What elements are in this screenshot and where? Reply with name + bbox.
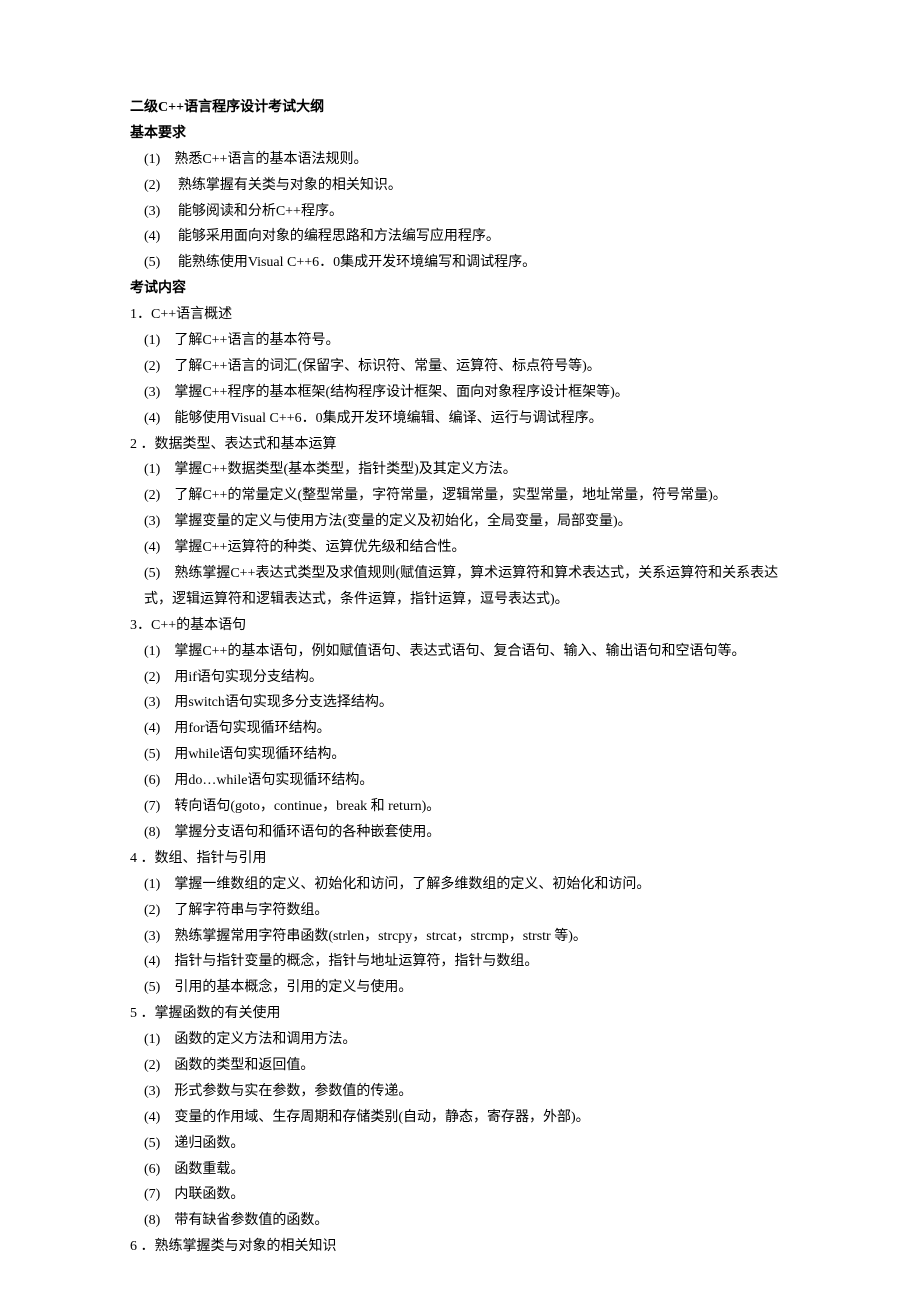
list-item: (5) 熟练掌握C++表达式类型及求值规则(赋值运算，算术运算符和算术表达式，关… [130,561,790,613]
list-item: (4) 掌握C++运算符的种类、运算优先级和结合性。 [130,535,790,561]
list-item: (1) 熟悉C++语言的基本语法规则。 [130,147,790,173]
list-item: (4) 能够采用面向对象的编程思路和方法编写应用程序。 [130,224,790,250]
subsection-heading: 4 ．数组、指针与引用 [130,846,790,872]
list-item: (5) 用while语句实现循环结构。 [130,742,790,768]
list-item: (3) 能够阅读和分析C++程序。 [130,199,790,225]
list-item: (5) 递归函数。 [130,1131,790,1157]
list-item: (6) 用do…while语句实现循环结构。 [130,768,790,794]
list-item: (8) 掌握分支语句和循环语句的各种嵌套使用。 [130,820,790,846]
section-heading-basic-requirements: 基本要求 [130,121,790,147]
list-item: (2) 熟练掌握有关类与对象的相关知识。 [130,173,790,199]
document-page: 二级C++语言程序设计考试大纲 基本要求 (1) 熟悉C++语言的基本语法规则。… [0,0,920,1310]
list-item: (3) 形式参数与实在参数，参数值的传递。 [130,1079,790,1105]
list-item: (4) 能够使用Visual C++6．0集成开发环境编辑、编译、运行与调试程序… [130,406,790,432]
list-item: (2) 用if语句实现分支结构。 [130,665,790,691]
list-item: (3) 掌握C++程序的基本框架(结构程序设计框架、面向对象程序设计框架等)。 [130,380,790,406]
list-item: (1) 了解C++语言的基本符号。 [130,328,790,354]
subsection-heading: 2 ．数据类型、表达式和基本运算 [130,432,790,458]
subsection-heading: 1．C++语言概述 [130,302,790,328]
subsection-heading: 5 ．掌握函数的有关使用 [130,1001,790,1027]
list-item: (7) 转向语句(goto，continue，break 和 return)。 [130,794,790,820]
list-item: (2) 了解字符串与字符数组。 [130,898,790,924]
list-item: (1) 掌握一维数组的定义、初始化和访问，了解多维数组的定义、初始化和访问。 [130,872,790,898]
list-item: (3) 熟练掌握常用字符串函数(strlen，strcpy，strcat，str… [130,924,790,950]
section-heading-exam-content: 考试内容 [130,276,790,302]
list-item: (4) 指针与指针变量的概念，指针与地址运算符，指针与数组。 [130,949,790,975]
list-item: (4) 用for语句实现循环结构。 [130,716,790,742]
subsection-heading: 3．C++的基本语句 [130,613,790,639]
document-title: 二级C++语言程序设计考试大纲 [130,95,790,121]
list-item: (2) 了解C++的常量定义(整型常量，字符常量，逻辑常量，实型常量，地址常量，… [130,483,790,509]
list-item: (6) 函数重载。 [130,1157,790,1183]
list-item: (8) 带有缺省参数值的函数。 [130,1208,790,1234]
list-item: (7) 内联函数。 [130,1182,790,1208]
list-item: (5) 引用的基本概念，引用的定义与使用。 [130,975,790,1001]
list-item: (4) 变量的作用域、生存周期和存储类别(自动，静态，寄存器，外部)。 [130,1105,790,1131]
list-item: (5) 能熟练使用Visual C++6．0集成开发环境编写和调试程序。 [130,250,790,276]
list-item: (1) 掌握C++数据类型(基本类型，指针类型)及其定义方法。 [130,457,790,483]
subsection-heading: 6 ．熟练掌握类与对象的相关知识 [130,1234,790,1260]
list-item: (3) 掌握变量的定义与使用方法(变量的定义及初始化，全局变量，局部变量)。 [130,509,790,535]
list-item: (2) 了解C++语言的词汇(保留字、标识符、常量、运算符、标点符号等)。 [130,354,790,380]
list-item: (1) 函数的定义方法和调用方法。 [130,1027,790,1053]
list-item: (1) 掌握C++的基本语句，例如赋值语句、表达式语句、复合语句、输入、输出语句… [130,639,790,665]
list-item: (3) 用switch语句实现多分支选择结构。 [130,690,790,716]
list-item: (2) 函数的类型和返回值。 [130,1053,790,1079]
